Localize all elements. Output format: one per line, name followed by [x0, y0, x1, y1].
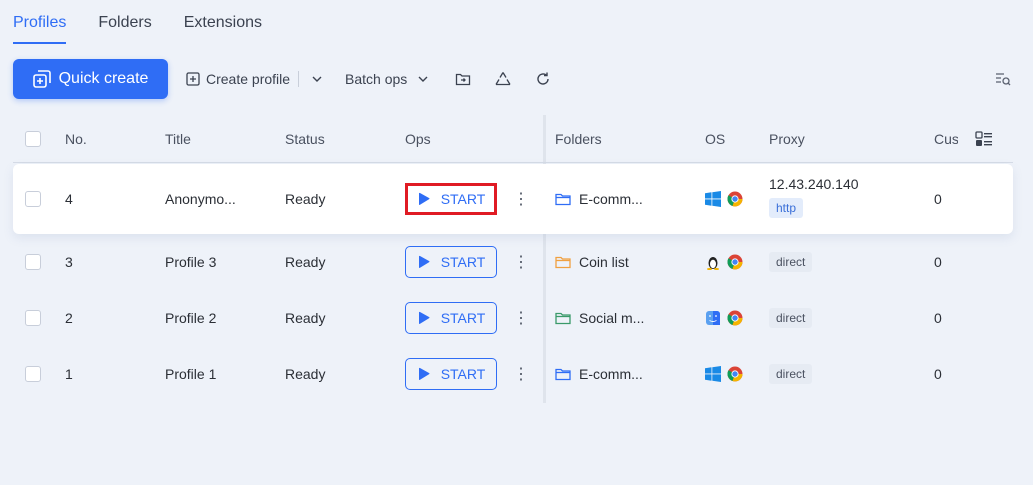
custom-value: 0 — [934, 366, 942, 382]
folder-name: E-comm... — [579, 366, 643, 382]
tab-extensions[interactable]: Extensions — [184, 0, 262, 44]
more-options-icon[interactable]: ⋮ — [513, 308, 529, 328]
row-checkbox[interactable] — [25, 191, 41, 207]
create-profile-dropdown[interactable] — [307, 69, 327, 89]
table-row[interactable]: 2 Profile 2 Ready START ⋮ Social m... di… — [13, 290, 1013, 346]
start-label: START — [440, 310, 486, 326]
profile-status: Ready — [285, 310, 326, 326]
tab-profiles[interactable]: Profiles — [13, 0, 67, 44]
column-header-custom[interactable]: Cus — [934, 131, 958, 147]
more-options-icon[interactable]: ⋮ — [513, 252, 529, 272]
create-profile-label: Create profile — [206, 71, 291, 87]
custom-value: 0 — [934, 191, 942, 207]
folder-icon — [555, 367, 571, 381]
table-row[interactable]: 4 Anonymo... Ready START ⋮ E-comm... 12.… — [13, 164, 1013, 234]
column-settings-icon[interactable] — [975, 130, 993, 147]
profile-title[interactable]: Profile 3 — [165, 254, 216, 270]
move-to-folder-icon[interactable] — [453, 69, 473, 89]
column-header-no[interactable]: No. — [65, 131, 87, 147]
start-button[interactable]: START — [405, 358, 497, 390]
proxy-type-badge: direct — [769, 364, 813, 384]
proxy-type-badge: direct — [769, 308, 813, 328]
folder-icon — [555, 192, 571, 206]
play-icon — [417, 255, 431, 269]
column-header-title[interactable]: Title — [165, 131, 191, 147]
column-header-status[interactable]: Status — [285, 131, 325, 147]
column-header-ops[interactable]: Ops — [405, 131, 431, 147]
profile-title[interactable]: Profile 2 — [165, 310, 216, 326]
chevron-down-icon — [311, 73, 323, 85]
folder-name: Social m... — [579, 310, 645, 326]
folder-icon — [555, 311, 571, 325]
row-checkbox[interactable] — [25, 310, 41, 326]
create-profile-button[interactable]: Create profile — [186, 71, 290, 87]
toolbar-divider — [298, 71, 300, 87]
start-button[interactable]: START — [405, 302, 497, 334]
row-number: 1 — [65, 366, 73, 382]
refresh-icon[interactable] — [533, 69, 553, 89]
recycle-icon[interactable] — [493, 69, 513, 89]
batch-ops-button[interactable]: Batch ops — [345, 71, 429, 87]
quick-create-label: Quick create — [58, 70, 149, 87]
select-all-checkbox[interactable] — [25, 130, 41, 147]
quick-create-icon — [32, 70, 51, 88]
start-label: START — [440, 191, 486, 207]
linux-icon — [705, 254, 721, 270]
profile-title[interactable]: Profile 1 — [165, 366, 216, 382]
top-tabs: Profiles Folders Extensions — [13, 0, 262, 44]
row-checkbox[interactable] — [25, 254, 41, 270]
profile-title[interactable]: Anonymo... — [165, 191, 236, 207]
profile-status: Ready — [285, 366, 326, 382]
profiles-table: No. Title Status Ops Folders OS Proxy Cu… — [13, 115, 1013, 402]
custom-value: 0 — [934, 310, 942, 326]
column-header-folders[interactable]: Folders — [555, 131, 602, 147]
row-checkbox[interactable] — [25, 366, 41, 382]
play-icon — [417, 311, 431, 325]
windows-icon — [705, 191, 721, 207]
batch-ops-label: Batch ops — [345, 71, 408, 87]
macos-icon — [705, 310, 721, 326]
table-row[interactable]: 3 Profile 3 Ready START ⋮ Coin list dire… — [13, 234, 1013, 290]
play-icon — [417, 367, 431, 381]
row-number: 3 — [65, 254, 73, 270]
chrome-icon — [727, 254, 743, 270]
tab-folders[interactable]: Folders — [98, 0, 151, 44]
table-row[interactable]: 1 Profile 1 Ready START ⋮ E-comm... dire… — [13, 346, 1013, 402]
column-header-os[interactable]: OS — [705, 131, 725, 147]
start-label: START — [440, 366, 486, 382]
plus-square-icon — [186, 72, 200, 86]
more-options-icon[interactable]: ⋮ — [513, 364, 529, 384]
row-number: 2 — [65, 310, 73, 326]
folder-name: E-comm... — [579, 191, 643, 207]
column-header-proxy[interactable]: Proxy — [769, 131, 805, 147]
play-icon — [417, 192, 431, 206]
start-label: START — [440, 254, 486, 270]
folder-icon — [555, 255, 571, 269]
proxy-ip: 12.43.240.140 — [769, 176, 859, 192]
quick-create-button[interactable]: Quick create — [13, 59, 168, 99]
row-number: 4 — [65, 191, 73, 207]
start-button[interactable]: START — [405, 246, 497, 278]
profile-status: Ready — [285, 191, 326, 207]
proxy-type-badge: http — [769, 198, 804, 218]
profile-status: Ready — [285, 254, 326, 270]
chevron-down-icon — [417, 73, 429, 85]
more-options-icon[interactable]: ⋮ — [513, 189, 529, 209]
toolbar: Quick create Create profile Batch ops — [13, 59, 1013, 99]
folder-name: Coin list — [579, 254, 629, 270]
proxy-type-badge: direct — [769, 252, 813, 272]
windows-icon — [705, 366, 721, 382]
chrome-icon — [727, 366, 743, 382]
chrome-icon — [727, 310, 743, 326]
start-button[interactable]: START — [405, 183, 497, 215]
chrome-icon — [727, 191, 743, 207]
custom-value: 0 — [934, 254, 942, 270]
table-header: No. Title Status Ops Folders OS Proxy Cu… — [13, 115, 1013, 163]
search-filter-icon[interactable] — [993, 69, 1013, 89]
